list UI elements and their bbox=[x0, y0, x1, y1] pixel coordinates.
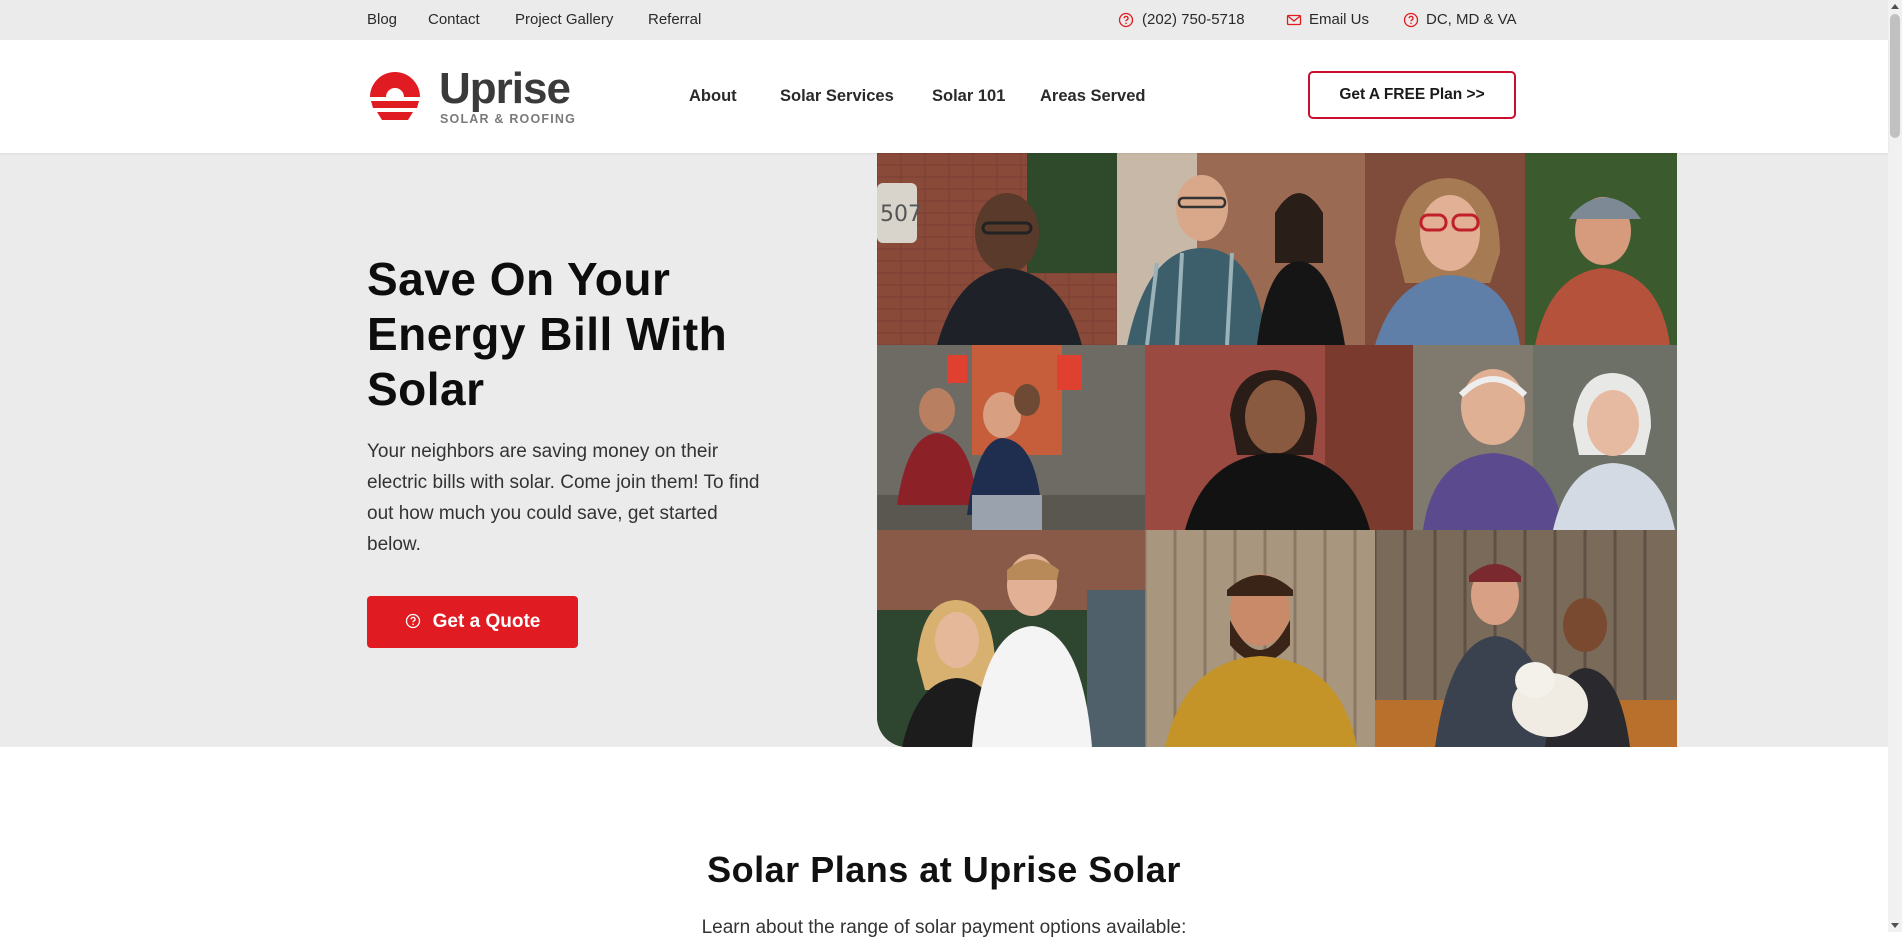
photo-young-couple-by-hedge bbox=[877, 530, 1145, 747]
get-free-plan-button[interactable]: Get A FREE Plan >> bbox=[1308, 71, 1516, 119]
topbar-email-link[interactable]: Email Us bbox=[1309, 11, 1369, 28]
topbar-region-link[interactable]: DC, MD & VA bbox=[1426, 11, 1517, 28]
customer-photo-collage: 507 bbox=[877, 153, 1677, 747]
photo-man-baseball-cap bbox=[1525, 153, 1677, 345]
page-scrollbar[interactable] bbox=[1888, 0, 1902, 932]
uprise-logo[interactable]: Uprise SOLAR & ROOFING bbox=[367, 64, 575, 128]
uprise-sun-logo-icon bbox=[370, 72, 420, 120]
site-header: Uprise SOLAR & ROOFING About Solar Servi… bbox=[0, 40, 1888, 153]
utility-bar: Blog Contact Project Gallery Referral (2… bbox=[0, 0, 1888, 40]
nav-item-areas-served[interactable]: Areas Served bbox=[1040, 87, 1146, 106]
topbar-link-contact[interactable]: Contact bbox=[428, 11, 480, 28]
topbar-link-referral[interactable]: Referral bbox=[648, 11, 701, 28]
photo-couple-with-dog bbox=[1375, 530, 1677, 747]
photo-couple-plaid-shirt bbox=[1117, 153, 1365, 345]
region-icon bbox=[1403, 12, 1419, 28]
hero-subtitle: Your neighbors are saving money on their… bbox=[367, 441, 760, 555]
envelope-icon bbox=[1286, 14, 1302, 26]
photo-bearded-man-yellow-hoodie bbox=[1145, 530, 1375, 747]
photo-woman-black-jacket bbox=[1145, 345, 1413, 530]
photo-elderly-couple bbox=[1413, 345, 1677, 530]
house-number: 507 bbox=[880, 202, 922, 227]
scroll-down-arrow-icon[interactable] bbox=[1891, 923, 1899, 928]
topbar-phone-link[interactable]: (202) 750-5718 bbox=[1142, 11, 1245, 28]
nav-item-solar-101[interactable]: Solar 101 bbox=[932, 87, 1005, 106]
logo-wordmark: Uprise bbox=[439, 64, 571, 113]
scrollbar-thumb[interactable] bbox=[1890, 14, 1900, 138]
plans-section-title: Solar Plans at Uprise Solar bbox=[707, 849, 1181, 890]
photo-family-on-porch bbox=[877, 345, 1145, 530]
topbar-link-blog[interactable]: Blog bbox=[367, 11, 397, 28]
nav-item-solar-services[interactable]: Solar Services bbox=[780, 87, 894, 106]
hero-title: Save On Your Energy Bill With Solar bbox=[367, 253, 728, 415]
nav-item-about[interactable]: About bbox=[689, 87, 737, 106]
get-quote-label: Get a Quote bbox=[432, 611, 541, 632]
plans-section-subtitle: Learn about the range of solar payment o… bbox=[701, 917, 1187, 938]
get-quote-button[interactable]: Get a Quote bbox=[367, 596, 578, 648]
topbar-link-project-gallery[interactable]: Project Gallery bbox=[515, 11, 613, 28]
logo-tagline: SOLAR & ROOFING bbox=[440, 112, 577, 126]
scroll-up-arrow-icon[interactable] bbox=[1891, 4, 1899, 9]
question-circle-icon bbox=[405, 613, 420, 629]
photo-woman-glasses-by-brick-house: 507 bbox=[877, 153, 1117, 345]
photo-woman-red-glasses bbox=[1365, 153, 1525, 345]
phone-icon bbox=[1118, 12, 1134, 28]
hero-section: Save On Your Energy Bill With Solar Your… bbox=[0, 153, 1888, 747]
